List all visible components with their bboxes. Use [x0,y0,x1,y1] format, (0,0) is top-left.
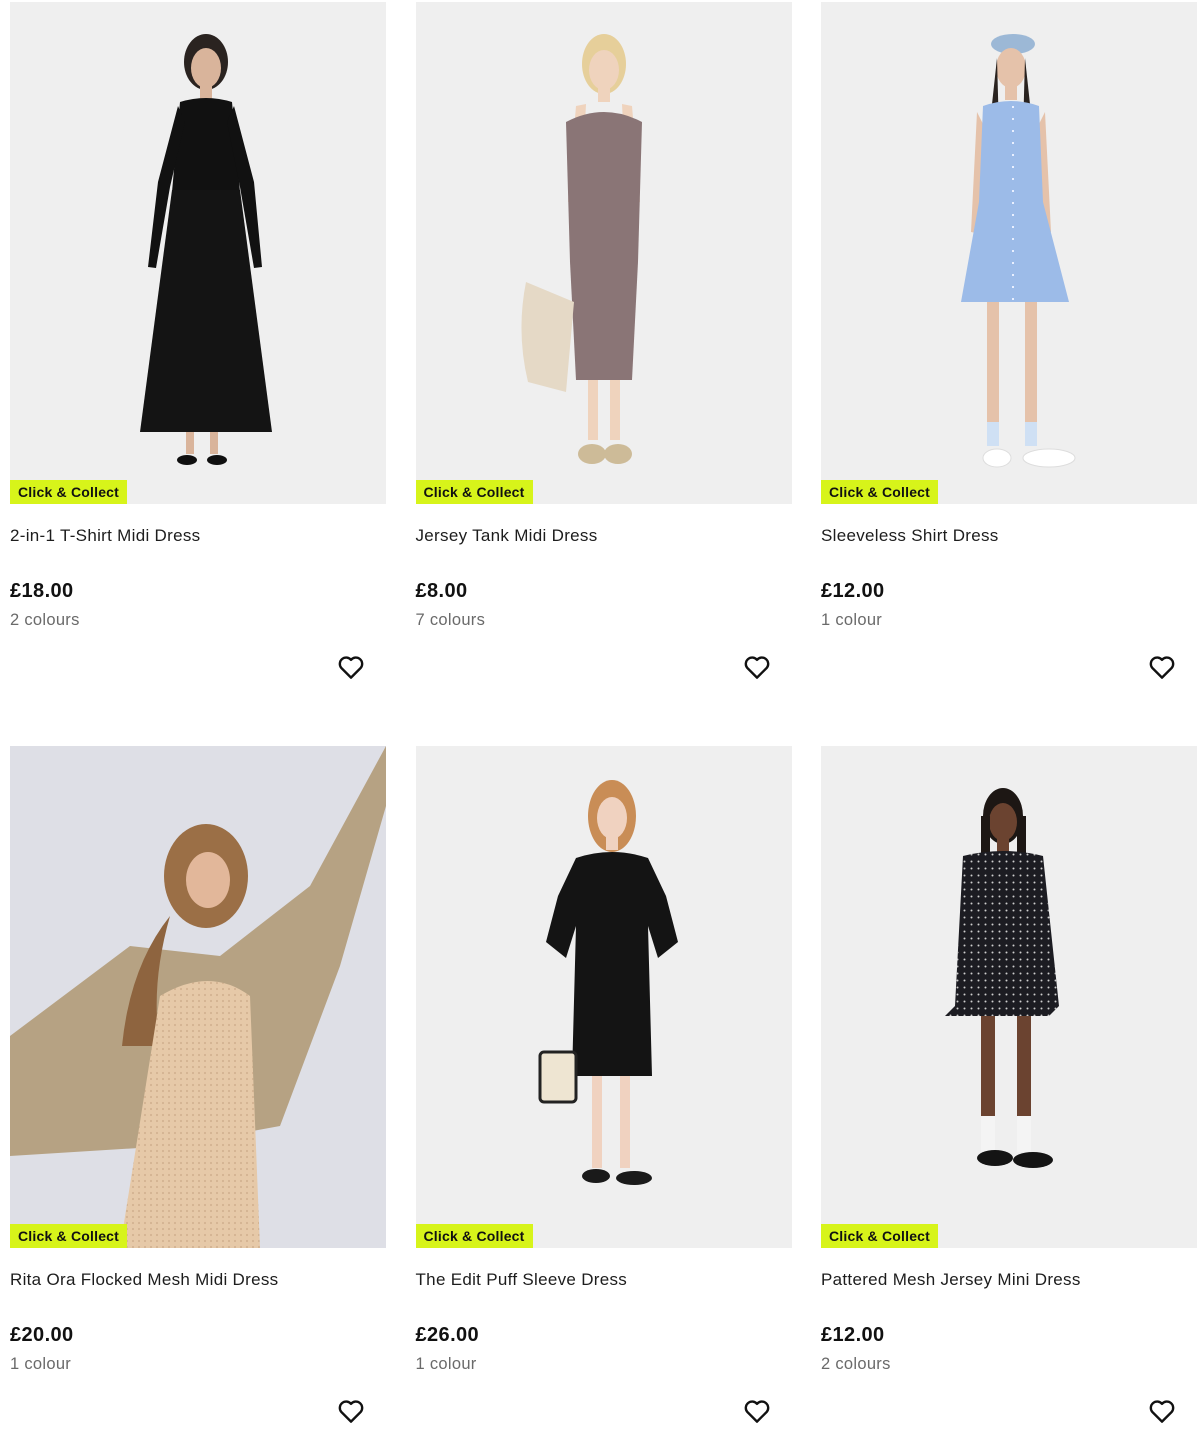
wishlist-button[interactable] [336,652,366,682]
product-colours: 1 colour [821,611,883,629]
model-photo [415,2,792,504]
product-price: £18.00 [10,580,74,602]
heart-outline-icon [338,656,364,679]
product-colours: 2 colours [10,611,80,629]
product-image[interactable]: Click & Collect [415,2,792,504]
wishlist-button[interactable] [1147,652,1177,682]
product-card[interactable]: Click & Collect Rita Ora Flocked Mesh Mi… [10,746,386,1429]
heart-outline-icon [338,1400,364,1423]
wishlist-button[interactable] [336,1396,366,1426]
click-collect-badge: Click & Collect [821,1224,939,1248]
product-price: £26.00 [415,1324,480,1346]
product-colours: 1 colour [415,1355,477,1373]
heart-outline-icon [744,656,769,679]
click-collect-badge: Click & Collect [415,480,533,504]
model-photo [821,2,1197,504]
product-name[interactable]: Jersey Tank Midi Dress [416,526,598,546]
product-price: £20.00 [10,1324,74,1346]
click-collect-badge: Click & Collect [415,1224,533,1248]
product-image[interactable]: Click & Collect [10,746,386,1248]
wishlist-button[interactable] [1147,1396,1177,1426]
product-name[interactable]: The Edit Puff Sleeve Dress [416,1270,628,1290]
wishlist-button[interactable] [742,1396,772,1426]
product-card[interactable]: Click & Collect The Edit Puff Sleeve Dre… [415,746,792,1429]
product-name[interactable]: 2-in-1 T-Shirt Midi Dress [10,526,200,546]
product-card[interactable]: Click & Collect 2-in-1 T-Shirt Midi Dres… [10,2,386,746]
product-card[interactable]: Click & Collect Pattered Mesh Jersey Min… [821,746,1197,1429]
product-grid: Click & Collect 2-in-1 T-Shirt Midi Dres… [10,2,1197,1429]
product-image[interactable]: Click & Collect [821,2,1197,504]
heart-outline-icon [1149,656,1175,679]
product-price: £8.00 [415,580,468,602]
model-photo [821,746,1197,1248]
product-image[interactable]: Click & Collect [415,746,792,1248]
product-colours: 2 colours [821,1355,891,1373]
model-photo [415,746,792,1248]
product-colours: 1 colour [10,1355,72,1373]
model-photo [10,746,386,1248]
product-name[interactable]: Rita Ora Flocked Mesh Midi Dress [10,1270,278,1290]
product-card[interactable]: Click & Collect Sleeveless Shirt Dress £… [821,2,1197,746]
click-collect-badge: Click & Collect [10,1224,128,1248]
model-photo [10,2,386,504]
product-price: £12.00 [821,580,885,602]
product-price: £12.00 [821,1324,885,1346]
heart-outline-icon [1149,1400,1175,1423]
heart-outline-icon [744,1400,769,1423]
product-colours: 7 colours [415,611,486,629]
product-name[interactable]: Sleeveless Shirt Dress [821,526,999,546]
click-collect-badge: Click & Collect [10,480,128,504]
product-card[interactable]: Click & Collect Jersey Tank Midi Dress £… [415,2,792,746]
product-image[interactable]: Click & Collect [10,2,386,504]
click-collect-badge: Click & Collect [821,480,939,504]
product-name[interactable]: Pattered Mesh Jersey Mini Dress [821,1270,1081,1290]
product-image[interactable]: Click & Collect [821,746,1197,1248]
wishlist-button[interactable] [742,652,772,682]
